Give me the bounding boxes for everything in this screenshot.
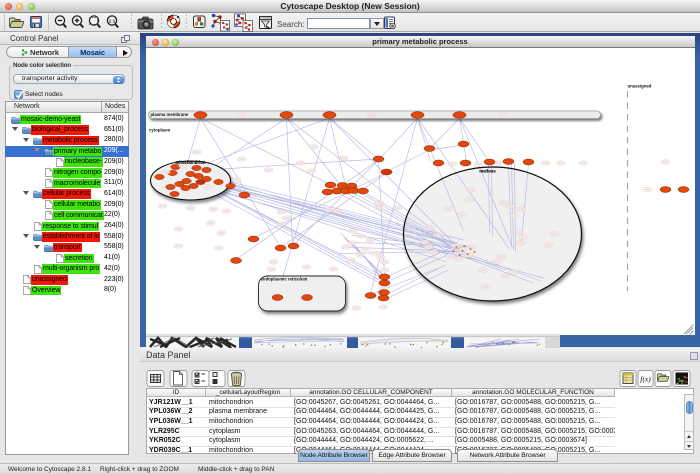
svg-text:endoplasmic reticulum: endoplasmic reticulum <box>260 277 307 282</box>
svg-text:unassigned: unassigned <box>627 84 651 89</box>
svg-text:mitochondrion: mitochondrion <box>175 160 205 165</box>
svg-text:cytoplasm: cytoplasm <box>149 128 170 133</box>
svg-text:plasma membrane: plasma membrane <box>150 112 188 117</box>
svg-text:1:1: 1:1 <box>109 18 116 23</box>
svg-text:f(x): f(x) <box>640 375 651 384</box>
svg-text:nucleus: nucleus <box>479 169 496 174</box>
